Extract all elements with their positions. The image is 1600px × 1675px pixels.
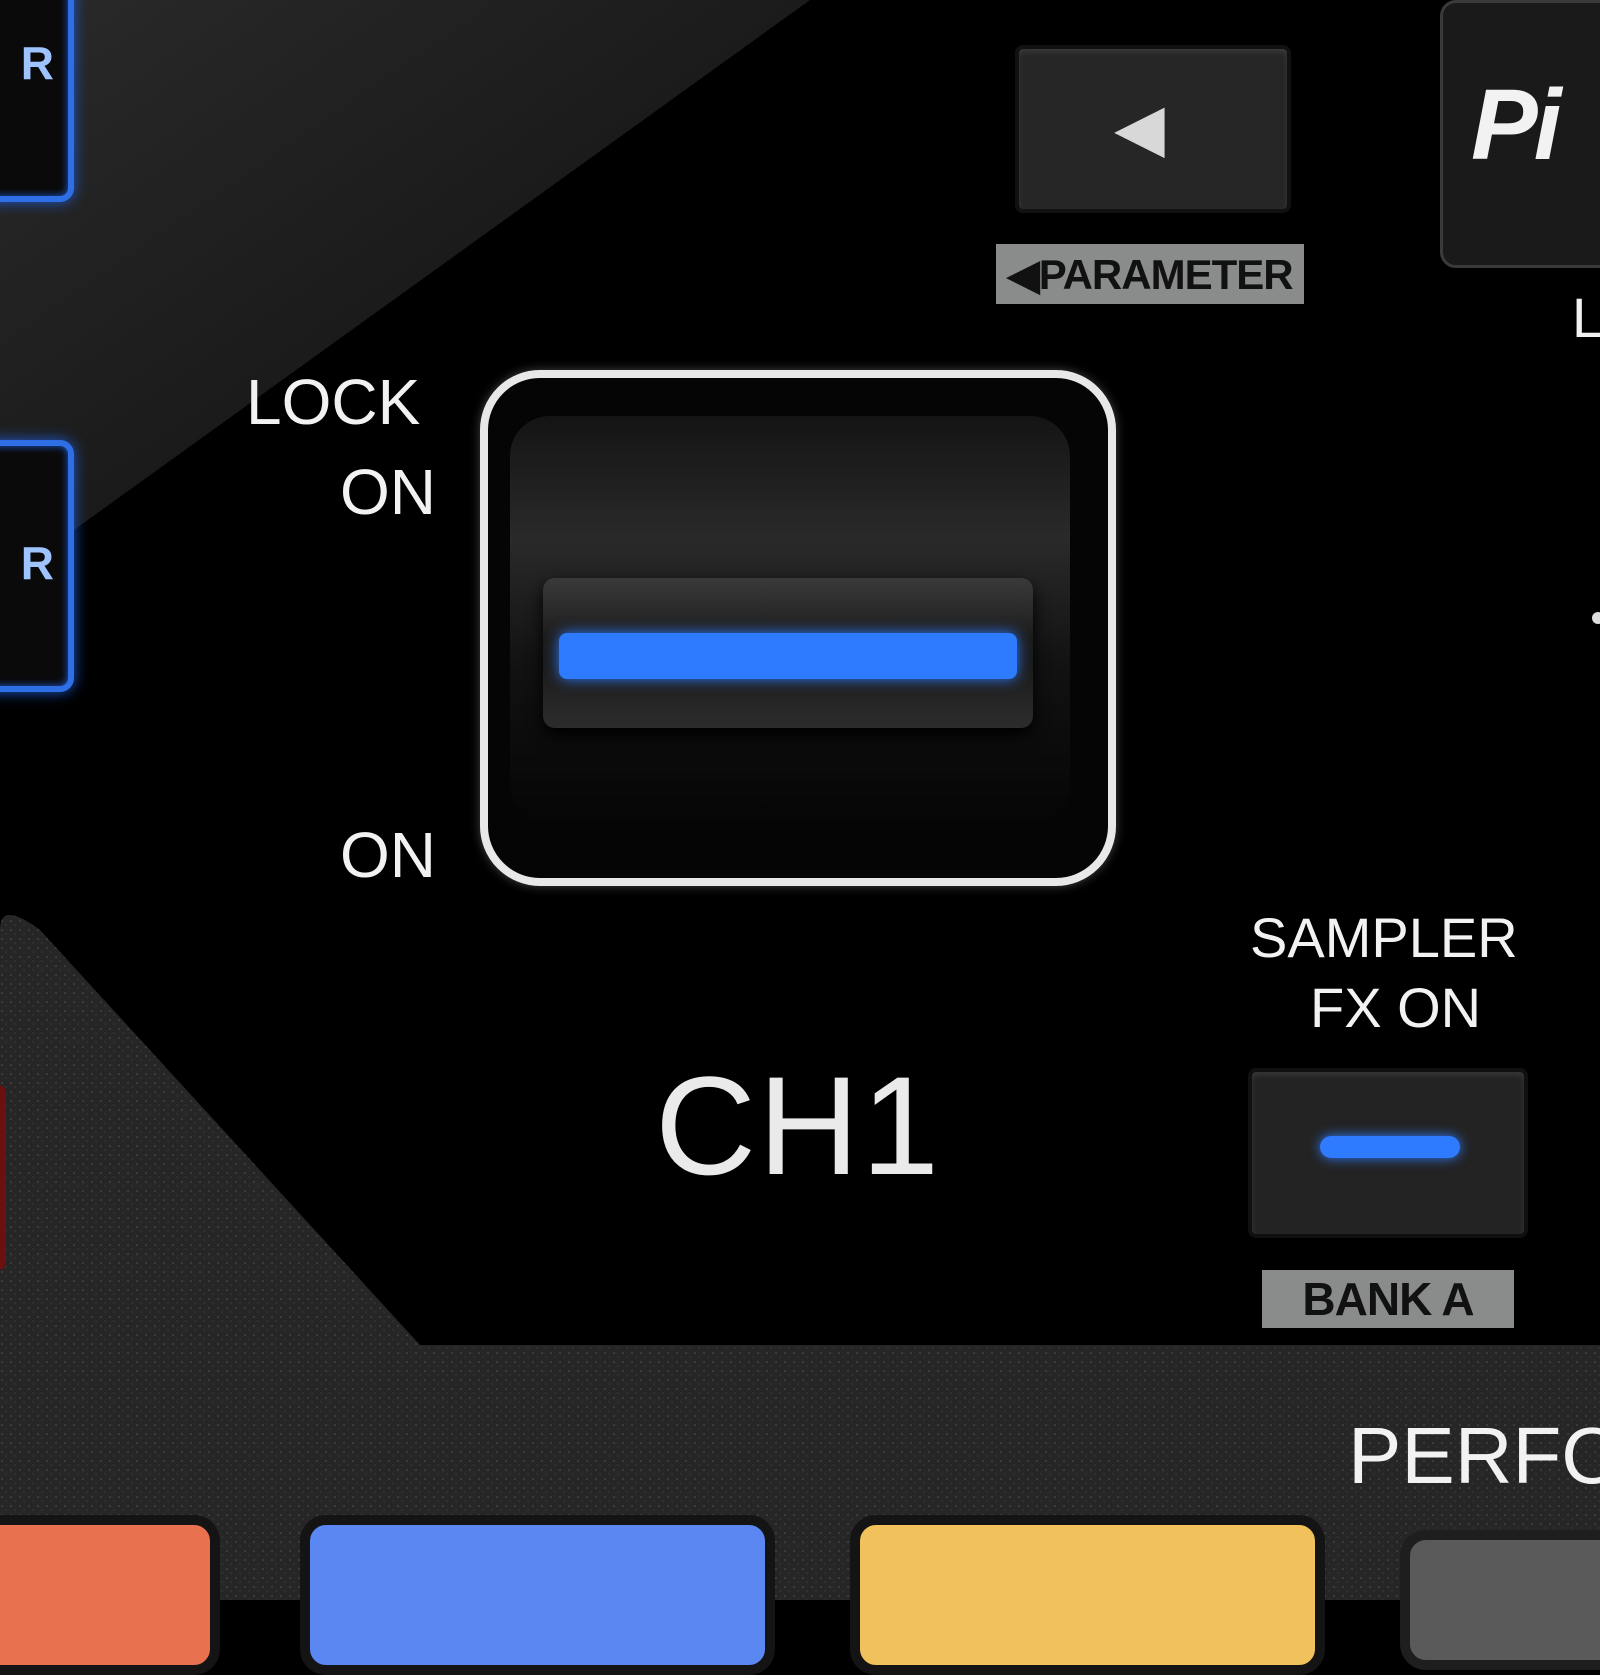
performance-heading: PERFO — [1348, 1411, 1600, 1500]
left-arrow-icon: ◀ — [1114, 90, 1165, 164]
sampler-fx-indicator — [1320, 1136, 1460, 1158]
bank-label: BANK A — [1262, 1270, 1514, 1328]
dot-indicator — [1592, 612, 1600, 624]
pad-red[interactable] — [0, 1085, 6, 1270]
pioneer-logo: Pi — [1471, 69, 1562, 181]
pad-blue[interactable] — [300, 1515, 775, 1675]
pad-gray[interactable] — [1400, 1530, 1600, 1670]
parameter-label: ◀PARAMETER — [996, 244, 1304, 304]
lock-on-label: ON — [340, 456, 436, 528]
channel-label: CH1 — [655, 1047, 942, 1204]
pioneer-logo-button[interactable]: Pi — [1440, 0, 1600, 268]
on-label: ON — [340, 819, 436, 891]
fader-knob[interactable] — [543, 578, 1033, 728]
side-button-letter: R — [20, 537, 54, 589]
fx-on-label: FX ON — [1310, 976, 1482, 1039]
right-edge-label: L — [1572, 286, 1600, 349]
fader-light-bar — [559, 633, 1017, 679]
side-button-middle[interactable]: R — [0, 440, 74, 692]
sampler-fx-button[interactable] — [1248, 1068, 1528, 1238]
sampler-label: SAMPLER — [1250, 906, 1518, 969]
side-button-top[interactable]: R — [0, 0, 74, 202]
channel-fader-frame — [480, 370, 1116, 886]
pad-yellow[interactable] — [850, 1515, 1325, 1675]
parameter-button[interactable]: ◀ — [1015, 45, 1291, 213]
pad-orange[interactable] — [0, 1515, 220, 1675]
side-button-letter: R — [20, 37, 54, 89]
lock-label: LOCK — [246, 366, 421, 438]
